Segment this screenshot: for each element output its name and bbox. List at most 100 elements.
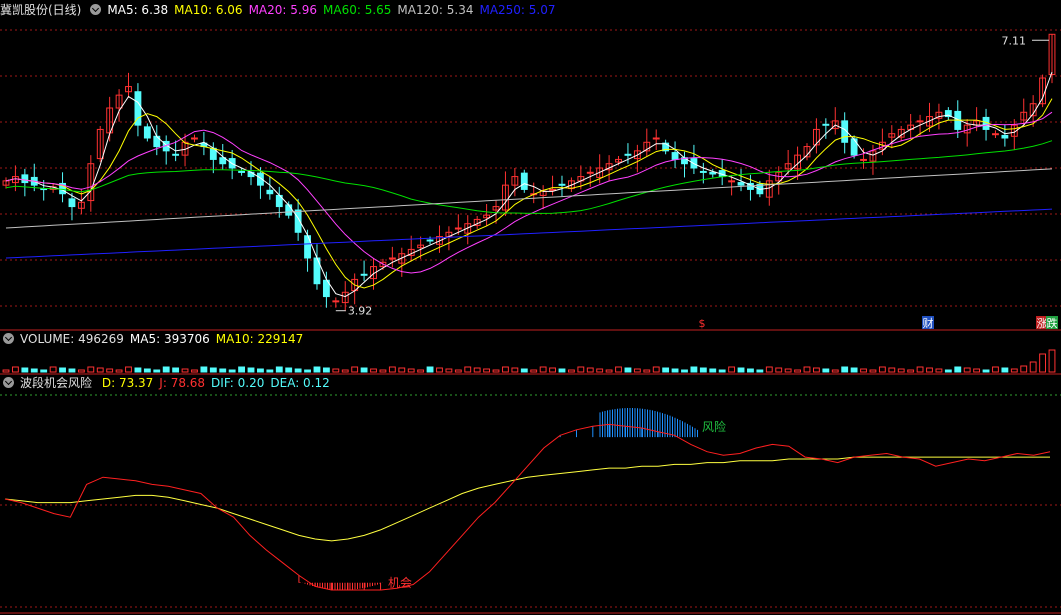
volume-bar xyxy=(765,366,773,373)
volume-bar xyxy=(96,367,104,373)
candle-body xyxy=(360,273,368,276)
candle-body xyxy=(737,182,745,186)
volume-bar xyxy=(275,366,283,373)
chart-canvas: 7.113.92$ 财涨跌风险机会 xyxy=(0,29,1061,614)
risk-label: 风险 xyxy=(702,419,726,434)
indicator-legend-items: D: 73.37 J: 78.68 DIF: 0.20 DEA: 0.12 xyxy=(102,376,336,390)
candle-body xyxy=(332,300,340,303)
volume-bar xyxy=(831,369,839,373)
candle-body xyxy=(68,198,76,208)
volume-bar xyxy=(134,367,142,373)
volume-bar xyxy=(2,369,10,373)
volume-bar xyxy=(21,367,29,373)
volume-bar xyxy=(322,367,330,373)
volume-legend-toggle-icon[interactable] xyxy=(3,333,14,344)
volume-bar xyxy=(1001,367,1009,373)
volume-bar xyxy=(822,368,830,373)
volume-bar xyxy=(483,368,491,373)
volume-bar xyxy=(671,368,679,373)
volume-bar xyxy=(511,367,519,373)
volume-bar xyxy=(59,367,66,373)
volume-bar xyxy=(332,368,340,373)
volume-bar xyxy=(492,369,500,373)
price-legend-item-4: MA120: 5.34 xyxy=(397,3,474,17)
high-price-label: 7.11 xyxy=(1002,34,1027,47)
volume-bar xyxy=(454,369,462,373)
volume-bar xyxy=(530,369,538,373)
price-legend-item-0: MA5: 6.38 xyxy=(107,3,169,17)
ma-line-ma5 xyxy=(5,71,1053,298)
price-legend-items: MA5: 6.38 MA10: 6.06 MA20: 5.96 MA60: 5.65 M… xyxy=(107,3,561,17)
volume-bar xyxy=(417,369,425,373)
volume-bar xyxy=(445,368,453,373)
volume-bar xyxy=(747,368,754,373)
volume-bar xyxy=(473,367,481,373)
price-legend-toggle-icon[interactable] xyxy=(90,4,102,15)
candle-body xyxy=(822,123,830,126)
candle-body xyxy=(586,171,594,174)
candle-body xyxy=(992,133,999,136)
volume-bar xyxy=(907,369,915,373)
volume-bar xyxy=(633,368,641,373)
volume-bar xyxy=(266,369,274,373)
indicator-legend-item-0: D: 73.37 xyxy=(101,376,154,390)
volume-legend-items: VOLUME: 496269 MA5: 393706 MA10: 229147 xyxy=(20,332,309,346)
volume-bar xyxy=(586,367,594,373)
volume-bar xyxy=(935,368,943,373)
price-legend-item-2: MA20: 5.96 xyxy=(248,3,317,17)
indicator-d-line xyxy=(4,456,1050,542)
volume-bar xyxy=(577,366,585,373)
volume-bar xyxy=(888,367,896,373)
volume-bar xyxy=(1020,365,1028,373)
ma-line-ma120 xyxy=(5,168,1053,229)
volume-legend: VOLUME: 496269 MA5: 393706 MA10: 229147 xyxy=(0,331,315,347)
volume-bar xyxy=(341,369,349,373)
volume-bar xyxy=(643,369,651,373)
volume-bar xyxy=(257,368,264,373)
volume-bar xyxy=(567,369,575,373)
event-marker-0: $ xyxy=(699,317,706,330)
opportunity-label: 机会 xyxy=(388,576,412,590)
indicator-legend-item-2: DIF: 0.20 xyxy=(211,376,265,390)
volume-bar xyxy=(992,366,999,373)
volume-bar xyxy=(77,369,85,373)
event-marker-1: 财 xyxy=(923,316,934,330)
volume-bar xyxy=(436,367,443,373)
volume-bar xyxy=(30,368,38,373)
candle-body xyxy=(285,204,293,216)
volume-bar xyxy=(388,366,396,373)
volume-bar xyxy=(605,369,613,373)
price-legend: 冀凯股份(日线) MA5: 6.38 MA10: 6.06 MA20: 5.96 MA6… xyxy=(0,2,568,18)
indicator-legend-toggle-icon[interactable] xyxy=(3,377,14,388)
price-legend-item-5: MA250: 5.07 xyxy=(479,3,556,17)
candle-body xyxy=(916,120,924,123)
volume-bar xyxy=(954,366,962,373)
candle-body xyxy=(247,171,255,178)
volume-bar xyxy=(841,366,849,373)
price-legend-item-1: MA10: 6.06 xyxy=(174,3,243,17)
volume-bar xyxy=(285,367,293,373)
volume-bar xyxy=(878,366,886,373)
volume-bar xyxy=(172,367,180,373)
volume-bar xyxy=(1039,353,1046,373)
volume-bar xyxy=(125,366,132,373)
candle-body xyxy=(1001,134,1009,139)
volume-bar xyxy=(153,369,161,373)
candle-body xyxy=(238,170,246,173)
volume-bar xyxy=(944,369,952,373)
volume-bar xyxy=(812,367,820,373)
volume-bar xyxy=(624,367,632,373)
candle-body xyxy=(454,227,462,230)
candle-body xyxy=(191,137,198,140)
volume-bar xyxy=(549,367,556,373)
price-legend-item-3: MA60: 5.65 xyxy=(323,3,392,17)
volume-bar xyxy=(681,369,688,373)
volume-bar xyxy=(539,366,547,373)
volume-bar xyxy=(219,368,227,373)
volume-bar xyxy=(850,367,858,373)
candle-body xyxy=(520,172,528,190)
candle-body xyxy=(266,189,274,195)
ma-line-ma60 xyxy=(5,140,1053,214)
volume-bar xyxy=(398,367,406,373)
volume-bar xyxy=(652,366,660,373)
